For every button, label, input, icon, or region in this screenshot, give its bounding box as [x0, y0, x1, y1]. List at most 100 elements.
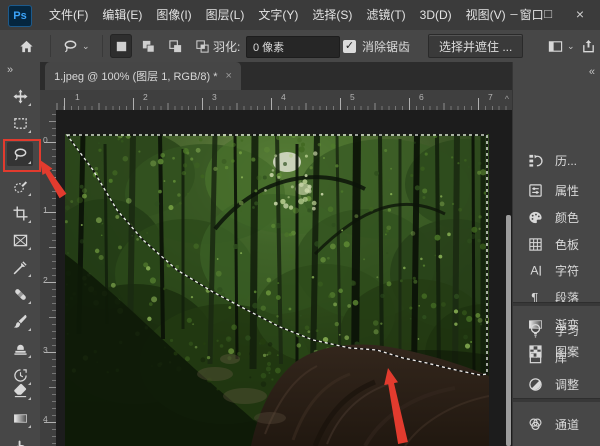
panel-tab-swatches[interactable]: 色板	[513, 231, 600, 257]
swatches-icon	[526, 235, 544, 253]
menubar: 文件(F) 编辑(E) 图像(I) 图层(L) 文字(Y) 选择(S) 滤镜(T…	[42, 0, 551, 30]
smudge-icon	[12, 437, 28, 446]
workspace-icon	[547, 38, 563, 54]
menu-edit[interactable]: 编辑(E)	[95, 0, 149, 30]
tool-marquee[interactable]	[7, 111, 33, 135]
titlebar: Ps 文件(F) 编辑(E) 图像(I) 图层(L) 文字(Y) 选择(S) 滤…	[0, 0, 600, 31]
tool-gradient[interactable]	[7, 406, 33, 430]
panel-tab-learn[interactable]: 学习	[513, 317, 600, 343]
panel-label: 历...	[555, 152, 577, 169]
panel-collapse-icon[interactable]: «	[589, 66, 594, 78]
history-icon	[526, 151, 544, 169]
new-selection-button[interactable]	[110, 34, 132, 58]
tool-crop[interactable]	[7, 201, 33, 225]
panel-label: 通道	[555, 416, 579, 433]
toolbar: »	[0, 62, 41, 446]
panel-tab-properties[interactable]: 属性	[513, 177, 600, 203]
ruler-number: 0	[43, 135, 48, 145]
tool-smudge[interactable]	[7, 433, 33, 446]
antialias-label[interactable]: 消除锯齿	[362, 38, 410, 55]
menu-layer[interactable]: 图层(L)	[199, 0, 252, 30]
add-selection-icon	[140, 38, 156, 54]
vertical-scrollbar-thumb[interactable]	[506, 215, 511, 446]
subtract-selection-icon	[167, 38, 183, 54]
checkbox-check-icon: ✓	[343, 40, 356, 53]
tool-clone-stamp[interactable]	[7, 336, 33, 360]
antialias-checkbox[interactable]: ✓	[343, 30, 356, 62]
home-icon	[18, 38, 34, 54]
ruler-number: 3	[212, 92, 217, 102]
minimize-button[interactable]: –	[500, 0, 528, 30]
color-icon	[526, 208, 544, 226]
healing-brush-icon	[12, 286, 28, 302]
ruler-number: 1	[75, 92, 80, 102]
right-panel-dock: 历... 属性 颜色 色板 A字符 ¶段落 渐变 图案 学习 库 调整 通道	[512, 62, 600, 446]
menu-3d[interactable]: 3D(D)	[413, 0, 459, 30]
tool-quick-selection[interactable]	[7, 174, 33, 198]
photoshop-window: Ps 文件(F) 编辑(E) 图像(I) 图层(L) 文字(Y) 选择(S) 滤…	[0, 0, 600, 446]
properties-icon	[526, 181, 544, 199]
tool-eyedropper[interactable]	[7, 255, 33, 279]
menu-image[interactable]: 图像(I)	[149, 0, 198, 30]
channels-icon	[526, 415, 544, 433]
menu-select[interactable]: 选择(S)	[305, 0, 359, 30]
share-button[interactable]	[580, 30, 596, 62]
menu-filter[interactable]: 滤镜(T)	[359, 0, 412, 30]
ruler-number: 1	[43, 205, 48, 215]
photoshop-logo: Ps	[8, 5, 32, 27]
panel-tab-adjustments[interactable]: 调整	[513, 371, 600, 397]
workspace-switcher[interactable]: ⌄	[547, 30, 575, 62]
svg-text:A: A	[530, 263, 539, 277]
panel-group-divider	[513, 398, 600, 402]
document-tab-title: 1.jpeg @ 100% (图层 1, RGB/8) *	[54, 68, 217, 84]
menu-file[interactable]: 文件(F)	[42, 0, 95, 30]
panel-tab-character[interactable]: A 字符	[513, 257, 600, 283]
feather-input[interactable]	[246, 36, 340, 58]
document-canvas[interactable]	[56, 110, 512, 446]
ruler-number: 2	[43, 275, 48, 285]
add-selection-button[interactable]	[137, 34, 159, 58]
new-selection-icon	[113, 38, 129, 54]
character-icon: A	[526, 261, 544, 279]
menu-type[interactable]: 文字(Y)	[251, 0, 305, 30]
panel-tab-channels[interactable]: 通道	[513, 411, 600, 437]
close-button[interactable]: ×	[566, 0, 594, 30]
ruler-number: 3	[43, 345, 48, 355]
panel-tab-paragraph[interactable]: ¶段落	[513, 284, 600, 310]
document-tab[interactable]: 1.jpeg @ 100% (图层 1, RGB/8) * ×	[45, 62, 241, 90]
panel-tab-color[interactable]: 颜色	[513, 204, 600, 230]
move-icon	[12, 88, 28, 104]
maximize-button[interactable]: □	[534, 0, 562, 30]
brush-icon	[12, 313, 28, 329]
subtract-selection-button[interactable]	[164, 34, 186, 58]
clone-stamp-icon	[12, 340, 28, 356]
panel-tab-libraries[interactable]: 库	[513, 344, 600, 370]
select-and-mask-button[interactable]: 选择并遮住 ...	[428, 34, 523, 58]
ruler-collapse-icon[interactable]: ^	[505, 94, 509, 104]
toolbar-collapse-icon[interactable]: »	[7, 64, 12, 76]
intersect-selection-button[interactable]	[191, 34, 213, 58]
tab-close-icon[interactable]: ×	[225, 70, 231, 82]
marquee-icon	[12, 115, 28, 131]
panel-label: 属性	[555, 182, 579, 199]
current-tool-preset[interactable]: ⌄	[62, 30, 90, 62]
chevron-down-icon: ⌄	[567, 41, 575, 52]
eraser-icon	[12, 382, 28, 398]
home-button[interactable]	[18, 30, 34, 62]
tool-healing-brush[interactable]	[7, 282, 33, 306]
tool-eraser[interactable]	[7, 378, 33, 402]
panel-label: 色板	[555, 236, 579, 253]
forest-photo[interactable]	[65, 134, 489, 446]
tool-move[interactable]	[7, 84, 33, 108]
crop-icon	[12, 205, 28, 221]
eyedropper-icon	[12, 259, 28, 275]
tutorial-highlight-box	[3, 139, 41, 172]
panel-label: 字符	[555, 262, 579, 279]
tool-brush[interactable]	[7, 309, 33, 333]
tool-frame[interactable]	[7, 228, 33, 252]
panel-tab-history[interactable]: 历...	[513, 147, 600, 173]
learn-icon	[526, 321, 544, 339]
divider	[50, 35, 51, 57]
share-icon	[580, 38, 596, 54]
panel-group-divider	[513, 302, 600, 306]
